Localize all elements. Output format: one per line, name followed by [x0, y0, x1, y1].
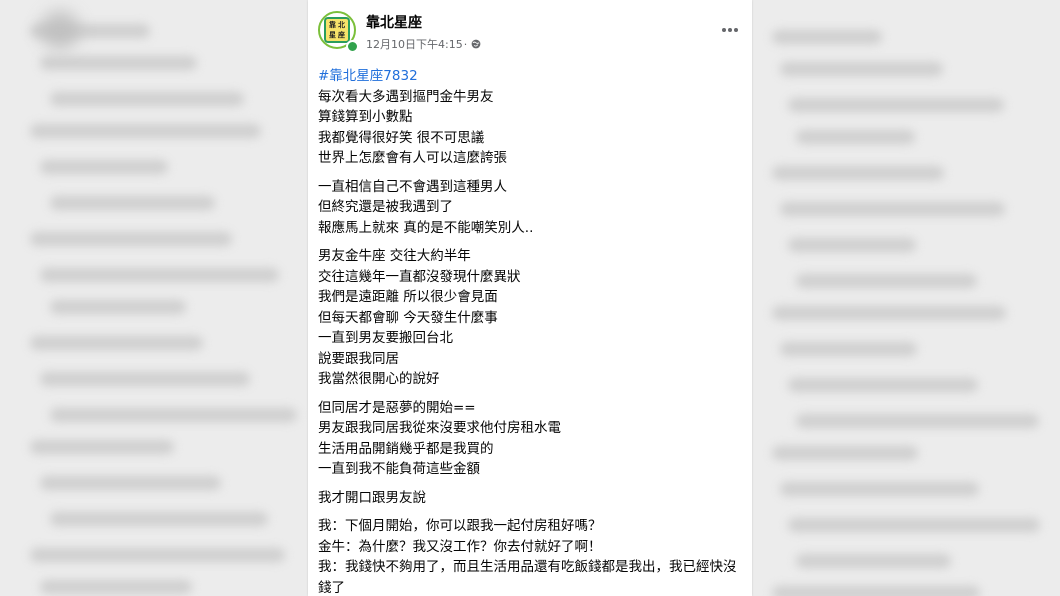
- post-text-line: 每次看大多遇到摳門金牛男友: [318, 88, 494, 105]
- post-text-line: 一直到男友要搬回台北: [318, 330, 453, 346]
- blurred-text: [50, 92, 244, 106]
- blurred-text: [40, 372, 250, 386]
- post-text-line: 我：我錢快不夠用了，而且生活用品還有吃飯錢都是我出，我已經快沒錢了: [318, 559, 737, 596]
- post-header: 靠 北 星 座 靠北星座 12月10日下午4:15 ·: [308, 0, 752, 58]
- blurred-text: [788, 378, 978, 392]
- blurred-text: [40, 476, 221, 490]
- post-body-text: #靠北星座7832 每次看大多遇到摳門金牛男友 算錢算到小數點我都覺得很好笑 很不…: [318, 66, 742, 596]
- blurred-text: [40, 160, 168, 174]
- blurred-text: [780, 62, 943, 76]
- blurred-text: [40, 56, 197, 70]
- post-text-line: 我才開口跟男友說: [318, 489, 426, 506]
- more-horizontal-icon: [722, 28, 738, 32]
- post-text-line: 我：下個月開始，你可以跟我一起付房租好嗎？: [318, 518, 602, 534]
- blurred-text: [796, 274, 977, 288]
- blurred-text: [30, 232, 232, 246]
- blurred-text: [30, 336, 203, 350]
- post-text-line: 但同居才是惡夢的開始==: [318, 399, 476, 416]
- avatar-char: 北: [338, 21, 345, 29]
- blurred-text: [796, 414, 1039, 428]
- avatar-char: 星: [329, 31, 336, 39]
- screenshot-stage: 靠 北 星 座 靠北星座 12月10日下午4:15 · #靠北星座7832 每次…: [0, 0, 1060, 596]
- online-status-dot: [346, 40, 359, 53]
- post-text-line: 男友金牛座 交往大約半年: [318, 248, 471, 264]
- post-text-line: 報應馬上就來 真的是不能嘲笑別人..: [318, 219, 534, 236]
- facebook-post-card: 靠 北 星 座 靠北星座 12月10日下午4:15 · #靠北星座7832 每次…: [308, 0, 752, 596]
- post-text-line: 我都覺得很好笑 很不可思議: [318, 129, 485, 146]
- blurred-text: [40, 580, 192, 594]
- blurred-text: [796, 554, 951, 568]
- blurred-text: [780, 202, 1005, 216]
- blurred-background-left: [0, 0, 308, 596]
- blurred-text: [772, 166, 944, 180]
- post-text-line: 但每天都會聊 今天發生什麼事: [318, 309, 498, 326]
- blurred-text: [772, 446, 918, 460]
- blurred-text: [30, 124, 261, 138]
- blurred-text: [50, 300, 186, 314]
- avatar-char: 座: [338, 31, 345, 39]
- post-text-line: 但終究還是被我遇到了: [318, 199, 453, 215]
- blurred-text: [772, 306, 1006, 320]
- post-text-line: 一直到我不能負荷這些金額: [318, 461, 480, 477]
- blurred-text: [30, 548, 285, 562]
- page-name-link[interactable]: 靠北星座: [366, 12, 422, 32]
- post-text-line: 世界上怎麼會有人可以這麼誇張: [318, 150, 507, 166]
- blurred-text: [40, 268, 279, 282]
- blurred-background-right: [752, 0, 1060, 596]
- blurred-text: [50, 196, 215, 210]
- blurred-text: [30, 440, 174, 454]
- blurred-text: [772, 30, 882, 44]
- blurred-avatar: [40, 10, 80, 50]
- post-text-line: 男友跟我同居我從來沒要求他付房租水電: [318, 420, 561, 436]
- globe-icon[interactable]: [471, 39, 481, 49]
- blurred-text: [772, 586, 980, 596]
- post-timestamp[interactable]: 12月10日下午4:15: [366, 36, 463, 52]
- more-options-button[interactable]: [718, 18, 742, 42]
- avatar-char: 靠: [329, 21, 336, 29]
- post-text-line: 一直相信自己不會遇到這種男人: [318, 178, 507, 195]
- blurred-text: [50, 512, 268, 526]
- post-text-line: 說要跟我同居: [318, 350, 399, 367]
- blurred-text: [796, 130, 915, 144]
- post-text-line: 生活用品開銷幾乎都是我買的: [318, 440, 494, 457]
- blurred-text: [788, 238, 916, 252]
- blurred-text: [50, 408, 297, 422]
- post-text-line: 算錢算到小數點: [318, 109, 413, 125]
- meta-separator: ·: [463, 37, 468, 51]
- post-text-line: 我當然很開心的說好: [318, 371, 440, 387]
- post-meta: 12月10日下午4:15 ·: [366, 36, 481, 52]
- blurred-text: [788, 518, 1040, 532]
- blurred-text: [780, 342, 917, 356]
- hashtag-link[interactable]: #靠北星座7832: [318, 66, 742, 87]
- post-text-line: 金牛：為什麼？我又沒工作？你去付就好了啊！: [318, 538, 602, 555]
- avatar-logo: 靠 北 星 座: [324, 17, 350, 43]
- post-text-line: 交往這幾年一直都沒發現什麼異狀: [318, 268, 521, 285]
- blurred-text: [780, 482, 979, 496]
- post-text-line: 我們是遠距離 所以很少會見面: [318, 289, 498, 305]
- blurred-text: [788, 98, 1004, 112]
